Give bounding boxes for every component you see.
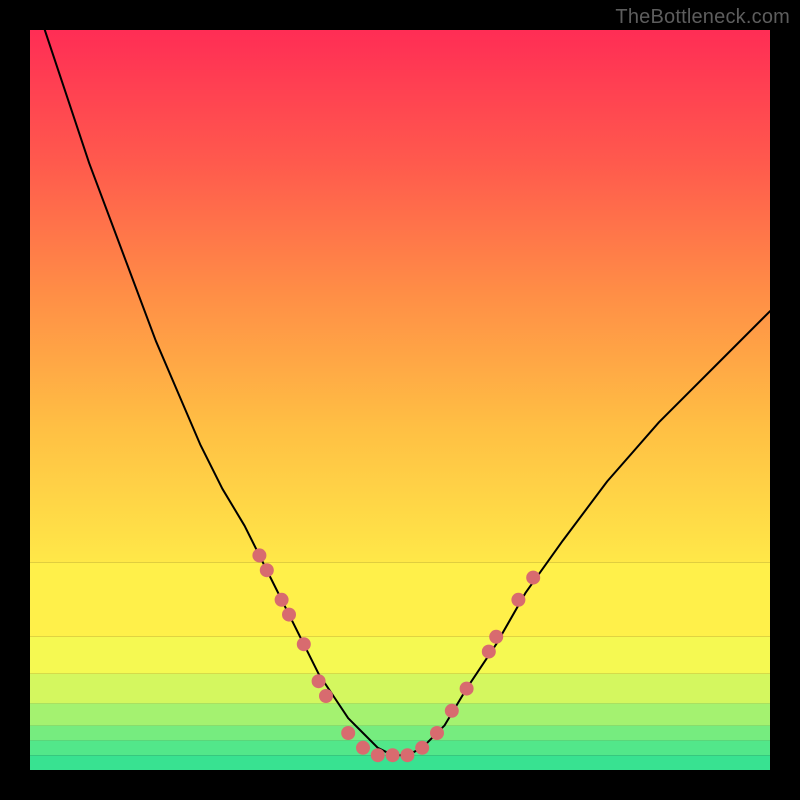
data-point [460,682,474,696]
data-point [282,608,296,622]
background-band-2 [30,726,770,741]
background-band-1 [30,740,770,755]
data-point [312,674,326,688]
background-band-6 [30,563,770,637]
data-point [445,704,459,718]
data-point [526,571,540,585]
data-point [319,689,333,703]
chart-svg [30,30,770,770]
data-point [489,630,503,644]
data-point [252,548,266,562]
background-band-4 [30,674,770,704]
background-band-3 [30,703,770,725]
chart-frame: TheBottleneck.com [0,0,800,800]
background-band-5 [30,637,770,674]
data-point [400,748,414,762]
data-point [430,726,444,740]
watermark-text: TheBottleneck.com [615,6,790,29]
background-band-0 [30,755,770,770]
data-point [371,748,385,762]
data-point [260,563,274,577]
data-point [511,593,525,607]
data-point [297,637,311,651]
background-gradient [30,30,770,563]
data-point [356,741,370,755]
data-point [482,645,496,659]
data-point [341,726,355,740]
data-point [415,741,429,755]
data-point [275,593,289,607]
plot-area [30,30,770,770]
data-point [386,748,400,762]
